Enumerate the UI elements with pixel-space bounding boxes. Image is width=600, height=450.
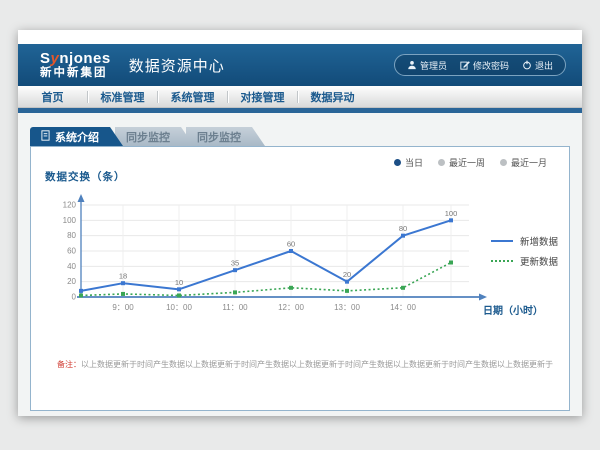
filter-label: 当日	[405, 156, 423, 169]
svg-text:0: 0	[72, 293, 77, 302]
filter-last-month[interactable]: 最近一月	[500, 156, 547, 169]
nav-item-data-change[interactable]: 数据异动	[298, 89, 367, 105]
filter-last-week[interactable]: 最近一周	[438, 156, 485, 169]
tab-system-intro[interactable]: 系统介绍	[30, 127, 123, 146]
svg-text:20: 20	[343, 270, 351, 279]
svg-text:60: 60	[67, 247, 76, 256]
svg-text:100: 100	[63, 216, 77, 225]
radio-dot-selected-icon	[394, 159, 401, 166]
filter-today[interactable]: 当日	[394, 156, 423, 169]
svg-text:10：00: 10：00	[166, 303, 192, 312]
tab-label: 同步监控	[126, 129, 170, 145]
legend-item-updated-data: 更新数据	[491, 251, 558, 271]
solid-line-icon	[491, 240, 513, 242]
svg-text:100: 100	[445, 209, 458, 218]
user-toolbar: 管理员 修改密码 退出	[394, 54, 566, 76]
content-area: 系统介绍 同步监控 同步监控 当日 最近一周	[18, 113, 582, 416]
filter-label: 最近一月	[511, 156, 547, 169]
logout-button[interactable]: 退出	[522, 59, 553, 72]
page-background: Synjones 新中新集团 数据资源中心 管理员 修改密码	[0, 0, 600, 450]
filter-label: 最近一周	[449, 156, 485, 169]
logout-icon	[522, 60, 532, 70]
svg-text:40: 40	[67, 262, 76, 271]
svg-text:80: 80	[399, 224, 407, 233]
nav-item-interface-management[interactable]: 对接管理	[228, 89, 297, 105]
document-icon	[41, 130, 50, 144]
chart-area: 0 20 40 60 80 100 120 9：00 10：00 11：00 12：00 13：00 1…	[41, 187, 511, 327]
svg-text:13：00: 13：00	[334, 303, 360, 312]
logo-text-part: njones	[59, 50, 110, 67]
svg-text:14：00: 14：00	[390, 303, 416, 312]
tab-label: 同步监控	[197, 129, 241, 145]
svg-text:10: 10	[175, 278, 183, 287]
svg-text:35: 35	[231, 259, 239, 268]
svg-text:11：00: 11：00	[222, 303, 248, 312]
svg-text:9：00: 9：00	[112, 303, 134, 312]
y-axis-title: 数据交换（条）	[45, 169, 126, 184]
logout-label: 退出	[535, 59, 553, 72]
tab-label: 系统介绍	[55, 129, 99, 145]
time-range-filters: 当日 最近一周 最近一月	[394, 156, 547, 169]
svg-text:18: 18	[119, 272, 127, 281]
legend-label: 更新数据	[520, 254, 558, 268]
page-title: 数据资源中心	[129, 55, 225, 76]
main-nav: 首页 标准管理 系统管理 对接管理 数据异动	[18, 86, 582, 108]
line-chart: 0 20 40 60 80 100 120 9：00 10：00 11：00 12：00 13：00 1…	[41, 187, 511, 327]
svg-text:20: 20	[67, 277, 76, 286]
window-top-strip	[18, 30, 582, 44]
radio-dot-icon	[500, 159, 507, 166]
logo-text: Synjones	[40, 51, 111, 66]
svg-text:60: 60	[287, 240, 295, 249]
tab-bar: 系统介绍 同步监控 同步监控	[30, 127, 570, 146]
admin-user-label: 管理员	[420, 59, 447, 72]
x-axis-title: 日期（小时）	[483, 302, 543, 317]
tab-sync-monitor-1[interactable]: 同步监控	[115, 127, 194, 146]
radio-dot-icon	[438, 159, 445, 166]
logo-subtitle: 新中新集团	[40, 68, 111, 80]
svg-text:120: 120	[63, 201, 77, 210]
tab-panel: 当日 最近一周 最近一月 数据交换（条） 0 20 40 60 80 100 120 9：00…	[30, 146, 570, 411]
footnote-prefix: 备注：	[57, 360, 81, 369]
legend-label: 新增数据	[520, 234, 558, 248]
change-password-button[interactable]: 修改密码	[460, 59, 509, 72]
admin-user-button[interactable]: 管理员	[407, 59, 447, 72]
legend-item-new-data: 新增数据	[491, 231, 558, 251]
main-header: Synjones 新中新集团 数据资源中心 管理员 修改密码	[18, 44, 582, 86]
dotted-line-icon	[491, 260, 513, 262]
svg-text:80: 80	[67, 231, 76, 240]
footnote: 备注：以上数据更新于时间产生数据以上数据更新于时间产生数据以上数据更新于时间产生…	[57, 359, 555, 370]
nav-item-standard-management[interactable]: 标准管理	[88, 89, 157, 105]
logo-text-part: S	[40, 50, 51, 67]
chart-legend: 新增数据 更新数据	[491, 231, 558, 271]
svg-text:12：00: 12：00	[278, 303, 304, 312]
change-password-label: 修改密码	[473, 59, 509, 72]
nav-item-home[interactable]: 首页	[18, 89, 87, 105]
footnote-text: 以上数据更新于时间产生数据以上数据更新于时间产生数据以上数据更新于时间产生数据以…	[81, 360, 553, 369]
tab-sync-monitor-2[interactable]: 同步监控	[186, 127, 265, 146]
user-icon	[407, 60, 417, 70]
nav-item-system-management[interactable]: 系统管理	[158, 89, 227, 105]
edit-icon	[460, 60, 470, 70]
app-window: Synjones 新中新集团 数据资源中心 管理员 修改密码	[18, 30, 582, 416]
logo: Synjones 新中新集团	[40, 51, 111, 80]
